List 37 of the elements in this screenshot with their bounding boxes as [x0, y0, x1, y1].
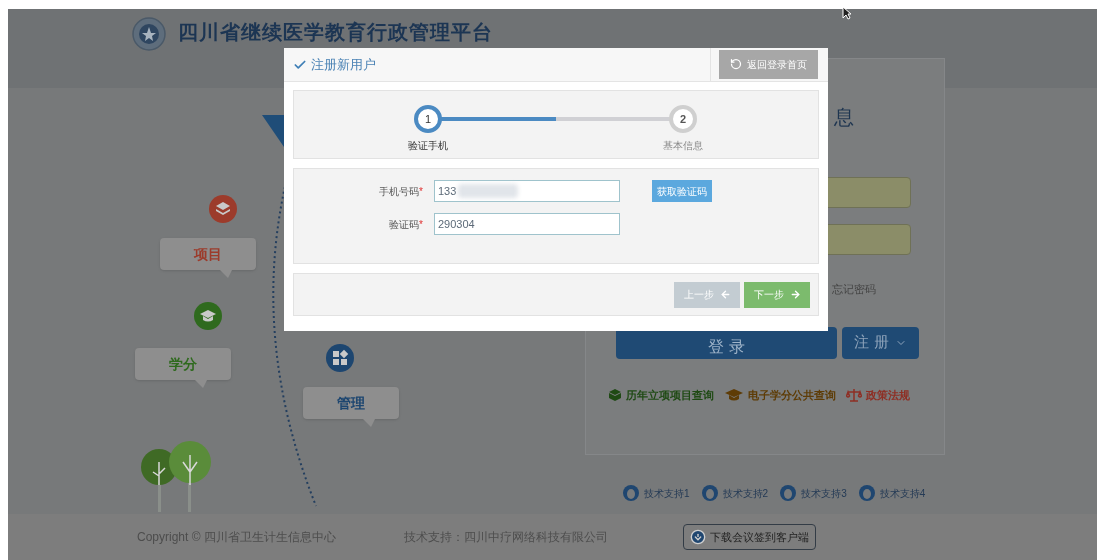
forgot-password-link[interactable]: 忘记密码 — [832, 281, 876, 298]
site-title: 四川省继续医学教育行政管理平台 — [178, 20, 493, 45]
layers-icon — [209, 195, 237, 223]
field-label: 验证码* — [389, 217, 423, 232]
bubble-label: 项目 — [194, 244, 222, 264]
scale-icon — [846, 387, 862, 402]
back-to-login-button[interactable]: 返回登录首页 — [719, 49, 818, 79]
support-link[interactable]: 技术支持1 — [644, 485, 690, 501]
emblem-icon — [132, 17, 166, 51]
arrow-left-icon — [719, 289, 731, 300]
mouse-cursor-icon — [842, 6, 852, 20]
grid-icon — [326, 344, 354, 372]
download-icon — [689, 529, 706, 545]
text-field[interactable]: 290304 — [434, 213, 620, 235]
support-link[interactable]: 技术支持3 — [801, 485, 847, 501]
text-field[interactable]: 133 — [434, 180, 620, 202]
dialog-title: 注册新用户 — [311, 55, 376, 74]
step-label: 基本信息 — [663, 139, 703, 153]
support-link[interactable]: 技术支持2 — [722, 485, 769, 501]
step-label: 验证手机 — [408, 139, 448, 153]
arrow-right-icon — [789, 289, 801, 300]
cube-icon — [608, 387, 622, 402]
quick-link[interactable]: 政策法规 — [866, 386, 910, 403]
next-step-button[interactable]: 下一步 — [744, 281, 810, 308]
register-button[interactable]: 注 册 — [842, 326, 919, 359]
panel-title: 息 — [834, 107, 854, 127]
field-label: 手机号码* — [379, 184, 423, 199]
quick-link[interactable]: 历年立项项目查询 — [626, 386, 714, 403]
support-link[interactable]: 技术支持4 — [879, 485, 926, 501]
bubble-label: 学分 — [169, 354, 197, 374]
quick-link[interactable]: 电子学分公共查询 — [748, 386, 836, 403]
bubble-label: 管理 — [337, 393, 365, 413]
get-code-button[interactable]: 获取验证码 — [652, 180, 712, 202]
refresh-icon — [730, 58, 742, 70]
graduation-cap-icon — [724, 387, 744, 402]
download-button[interactable]: 下载会议签到客户端 — [682, 524, 816, 550]
graduation-cap-icon — [194, 302, 222, 330]
